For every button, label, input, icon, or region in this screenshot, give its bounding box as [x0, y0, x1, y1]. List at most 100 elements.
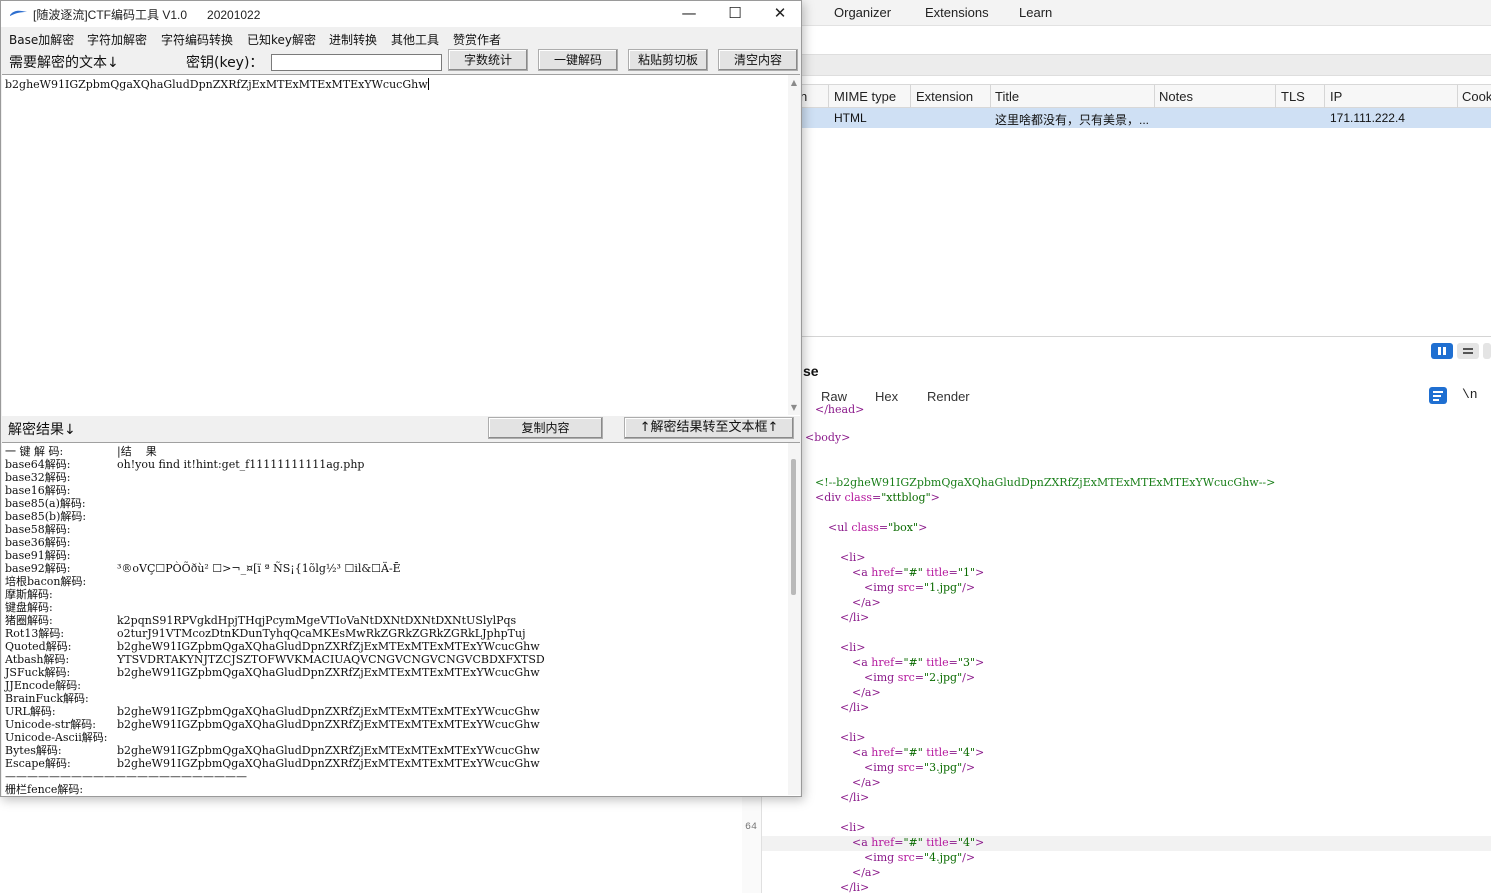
clear-button[interactable]: 清空内容: [718, 49, 798, 71]
menu-other-tools[interactable]: 其他工具: [391, 31, 439, 48]
result-row-value: b2gheW91IGZpbmQgaXQhaGludDpnZXRfZjExMTEx…: [117, 666, 540, 679]
result-row-label: 摩斯解码:: [5, 588, 53, 601]
code-eq: =: [948, 746, 958, 759]
code-attr: href: [871, 746, 895, 759]
result-row-label: BrainFuck解码:: [5, 692, 89, 705]
result-row: 摩斯解码:: [5, 588, 117, 601]
code-attr: href: [871, 566, 895, 579]
tab-raw[interactable]: Raw: [821, 389, 847, 404]
menu-known-key[interactable]: 已知key解密: [247, 31, 316, 48]
code-line: <img src="4.jpg"/>: [864, 851, 975, 865]
code-attr: class: [851, 521, 879, 534]
result-row: JJEncode解码:: [5, 679, 117, 692]
wrap-lines-icon[interactable]: [1429, 387, 1447, 404]
copy-button[interactable]: 复制内容: [488, 417, 603, 439]
code-line: <a href="#" title="4">: [852, 746, 984, 760]
scroll-down-arrow-icon[interactable]: ▼: [789, 403, 799, 413]
result-row: Escape解码: b2gheW91IGZpbmQgaXQhaGludDpnZXR…: [5, 757, 540, 770]
input-text: b2gheW91IGZpbmQgaXQhaGludDpnZXRfZjExMTEx…: [5, 78, 428, 91]
count-button[interactable]: 字数统计: [448, 49, 528, 71]
code-attr: src: [897, 851, 915, 864]
code-value: "3": [957, 656, 976, 669]
code-close: >: [930, 491, 940, 504]
result-row: 培根bacon解码:: [5, 575, 117, 588]
maximize-button[interactable]: ☐: [712, 1, 758, 27]
code-attr: title: [926, 566, 949, 579]
column-header-notes[interactable]: Notes: [1159, 89, 1193, 104]
code-tag: <li>: [840, 641, 866, 654]
code-line: </li>: [840, 881, 869, 893]
code-line: </li>: [840, 791, 869, 805]
code-tag-name: <a: [852, 746, 872, 759]
key-input[interactable]: [271, 54, 442, 71]
result-row-label: Quoted解码:: [5, 640, 72, 653]
menu-char-crypto[interactable]: 字符加解密: [87, 31, 147, 48]
tab-hex[interactable]: Hex: [875, 389, 898, 404]
code-value: "box": [888, 521, 919, 534]
tab-render[interactable]: Render: [927, 389, 970, 404]
result-scroll-thumb[interactable]: [791, 459, 796, 595]
minimize-button[interactable]: —: [666, 1, 712, 27]
menu-donate[interactable]: 赞赏作者: [453, 31, 501, 48]
code-eq: =: [948, 656, 958, 669]
result-row-value: YTSVDRTAKYNJTZCJSZTOFWVKMACIUAQVCNGVCNGV…: [117, 653, 545, 666]
result-row: base91解码:: [5, 549, 117, 562]
result-row: BrainFuck解码:: [5, 692, 117, 705]
result-row: JSFuck解码: b2gheW91IGZpbmQgaXQhaGludDpnZXR…: [5, 666, 540, 679]
menu-radix[interactable]: 进制转换: [329, 31, 377, 48]
input-textarea[interactable]: b2gheW91IGZpbmQgaXQhaGludDpnZXRfZjExMTEx…: [2, 74, 800, 416]
input-scrollbar[interactable]: ▲ ▼: [788, 75, 800, 415]
code-close: >: [975, 656, 985, 669]
result-row-label: 一 键 解 码:: [5, 445, 64, 458]
code-tag-name: <a: [852, 836, 872, 849]
close-button[interactable]: ✕: [757, 1, 803, 27]
menu-extensions[interactable]: Extensions: [925, 5, 989, 20]
column-header-ip[interactable]: IP: [1330, 89, 1342, 104]
single-view-icon[interactable]: [1483, 343, 1491, 359]
code-eq: =: [948, 566, 958, 579]
result-row: base85(b)解码:: [5, 510, 117, 523]
table-row[interactable]: HTML 这里啥都没有，只有美景，... 171.111.222.4: [800, 108, 1491, 128]
menu-organizer[interactable]: Organizer: [834, 5, 891, 20]
show-newlines-toggle[interactable]: \n: [1462, 387, 1478, 402]
column-header-cookies[interactable]: Cook: [1462, 89, 1491, 104]
result-row-label: 猪圈解码:: [5, 614, 53, 627]
ctf-tool-window: [随波逐流]CTF编码工具 V1.0 20201022 — ☐ ✕ Base加解…: [0, 0, 802, 797]
column-header-tls[interactable]: TLS: [1281, 89, 1305, 104]
filter-bar[interactable]: [800, 54, 1491, 76]
title-bar[interactable]: [随波逐流]CTF编码工具 V1.0 20201022 — ☐ ✕: [1, 1, 801, 27]
split-view-icon[interactable]: [1431, 343, 1453, 359]
code-attr: href: [871, 836, 895, 849]
menu-char-encoding[interactable]: 字符编码转换: [161, 31, 233, 48]
result-row-label: JJEncode解码:: [5, 679, 81, 692]
code-eq: =: [914, 581, 925, 594]
scroll-up-arrow-icon[interactable]: ▲: [789, 78, 799, 88]
result-row: 键盘解码:: [5, 601, 117, 614]
result-row-label: Bytes解码:: [5, 744, 62, 757]
code-attr: title: [926, 746, 949, 759]
result-textarea[interactable]: 一 键 解 码: |结 果 base64解码: oh!you find it!hint…: [2, 442, 800, 796]
result-scrollbar[interactable]: [788, 443, 800, 795]
result-row-label: Unicode-Ascii解码:: [5, 731, 108, 744]
code-tag: </li>: [840, 881, 870, 893]
result-row-label: 栅栏fence解码:: [5, 783, 84, 796]
code-line: </a>: [852, 776, 881, 790]
horizontal-view-icon[interactable]: [1457, 343, 1479, 359]
code-tag: <li>: [840, 551, 866, 564]
code-value: "#": [903, 566, 923, 579]
paste-button[interactable]: 粘贴剪切板: [628, 49, 708, 71]
menu-learn[interactable]: Learn: [1019, 5, 1052, 20]
result-to-input-button[interactable]: ↑解密结果转至文本框↑: [624, 417, 794, 439]
column-header-title[interactable]: Title: [995, 89, 1019, 104]
menu-base[interactable]: Base加解密: [9, 31, 74, 48]
result-row-label: base58解码:: [5, 523, 71, 536]
result-row: base92解码: ³®oVÇ☐PÒÕðù² ☐>¬_¤[ï ª ÑS¡{1õlg…: [5, 562, 401, 575]
code-eq: =: [878, 521, 889, 534]
column-header-mime[interactable]: MIME type: [834, 89, 896, 104]
result-row-value: b2gheW91IGZpbmQgaXQhaGludDpnZXRfZjExMTEx…: [117, 744, 540, 757]
column-header-extension[interactable]: Extension: [916, 89, 973, 104]
decode-all-button[interactable]: 一键解码: [538, 49, 618, 71]
code-tag-name: <a: [852, 656, 872, 669]
code-tag-name: <img: [864, 581, 898, 594]
result-row: Bytes解码: b2gheW91IGZpbmQgaXQhaGludDpnZXRf…: [5, 744, 540, 757]
